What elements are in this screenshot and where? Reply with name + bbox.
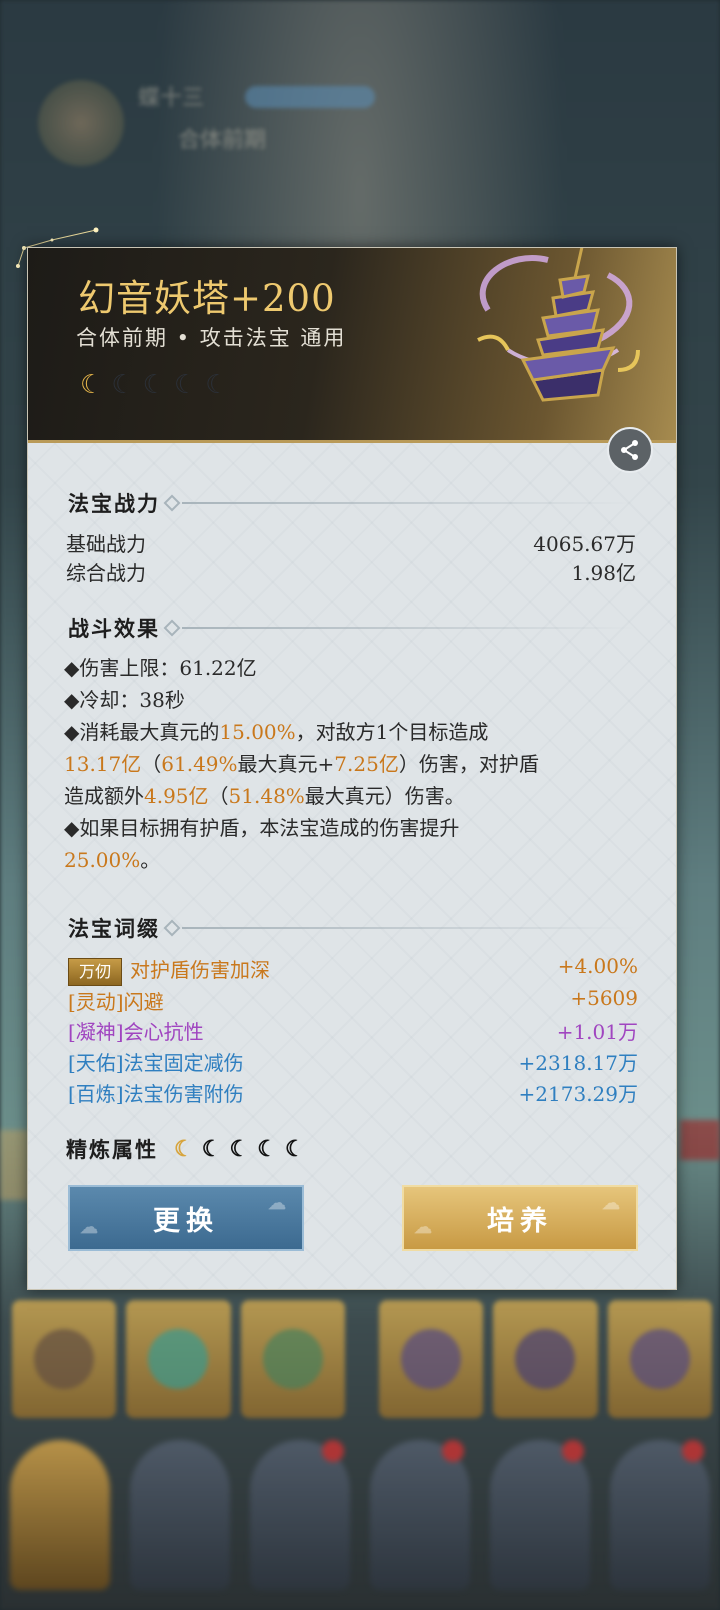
cloud-decoration-icon: ☁ (602, 1193, 626, 1214)
card-header: 幻音妖塔+200 合体前期 • 攻击法宝 通用 ☾ ☾ ☾ ☾ ☾ (28, 248, 676, 443)
character-tab[interactable] (610, 1440, 710, 1590)
share-icon (621, 440, 638, 460)
affix-value: +5609 (570, 986, 638, 1010)
equipment-slot[interactable] (607, 1300, 712, 1418)
crescent-moon-icon: ☾ (205, 370, 229, 400)
refine-label: 精炼属性 (66, 1137, 158, 1162)
affix-value: +1.01万 (556, 1020, 638, 1044)
crescent-moon-icon: ☾ (142, 370, 166, 400)
affix-value: +2173.29万 (518, 1082, 638, 1106)
crescent-moon-icon: ☾ (80, 370, 104, 400)
player-avatar (38, 80, 124, 166)
refine-attribute: 精炼属性 ☾ ☾ ☾ ☾ ☾ (66, 1134, 307, 1164)
affix-badge: 万仞 (68, 958, 123, 986)
section-title-text: 战斗效果 (68, 616, 160, 641)
combat-section-title: 战斗效果 (68, 613, 636, 643)
power-label: 基础战力 (66, 532, 146, 556)
cloud-decoration-icon: ☁ (268, 1193, 292, 1214)
character-tab[interactable] (490, 1440, 590, 1590)
equipment-slot[interactable] (126, 1300, 231, 1418)
character-tab[interactable] (250, 1440, 350, 1590)
equipment-slot[interactable] (240, 1300, 345, 1418)
affix-name: [天佑]法宝固定减伤 (68, 1051, 244, 1075)
affix-row: [百炼]法宝伤害附伤 +2173.29万 (68, 1078, 638, 1107)
power-row: 基础战力 4065.67万 (66, 528, 636, 557)
character-tab[interactable] (10, 1440, 110, 1590)
effect-line: ◆冷却：38秒 (64, 688, 185, 712)
effect-line: ◆伤害上限：61.22亿 (64, 656, 257, 680)
power-section-title: 法宝战力 (68, 488, 636, 518)
bg-decoration (680, 1120, 720, 1160)
power-label: 综合战力 (66, 561, 146, 585)
notification-dot (442, 1440, 464, 1462)
affix-value: +4.00% (557, 954, 638, 978)
character-tabs (10, 1440, 710, 1590)
crescent-moon-icon: ☾ (201, 1136, 224, 1162)
affix-name: [灵动]闪避 (68, 990, 164, 1014)
crescent-moon-icon: ☾ (284, 1136, 307, 1162)
share-button[interactable] (607, 427, 653, 473)
affix-name: [凝神]会心抗性 (68, 1020, 204, 1044)
affix-row: [灵动]闪避 +5609 (68, 986, 638, 1015)
swap-button-label: 更换 (153, 1205, 219, 1237)
swap-button[interactable]: ☁ 更换 ☁ (68, 1185, 304, 1251)
section-title-text: 法宝战力 (68, 491, 160, 516)
affix-value: +2318.17万 (518, 1051, 638, 1075)
pagoda-treasure-icon (477, 248, 640, 402)
effect-line: 造成额外4.95亿（51.48%最大真元）伤害。 (64, 784, 465, 808)
section-title-text: 法宝词缀 (68, 916, 160, 941)
treasure-detail-card: 幻音妖塔+200 合体前期 • 攻击法宝 通用 ☾ ☾ ☾ ☾ ☾ 法宝战力 基… (27, 247, 677, 1290)
crescent-moon-icon: ☾ (257, 1136, 279, 1162)
star-level: ☾ ☾ ☾ ☾ ☾ (80, 372, 229, 398)
bg-decoration (0, 1130, 30, 1200)
equipment-slot[interactable] (493, 1300, 598, 1418)
section-divider (163, 494, 636, 512)
character-tab[interactable] (130, 1440, 230, 1590)
effect-line: 25.00%。 (64, 848, 161, 872)
crescent-moon-icon: ☾ (173, 370, 198, 400)
player-realm: 合体前期 (178, 128, 267, 153)
section-divider (163, 619, 636, 637)
crescent-moon-icon: ☾ (229, 1136, 252, 1162)
combat-effect-text: ◆伤害上限：61.22亿 ◆冷却：38秒 ◆消耗最大真元的15.00%，对敌方1… (64, 652, 644, 876)
affix-section-title: 法宝词缀 (68, 913, 636, 943)
player-name: 蝶十三 (138, 86, 205, 111)
effect-line: ◆消耗最大真元的15.00%，对敌方1个目标造成 (64, 720, 489, 744)
notification-dot (682, 1440, 704, 1462)
notification-dot (322, 1440, 344, 1462)
power-value: 4065.67万 (533, 532, 636, 556)
treasure-subtitle: 合体前期 • 攻击法宝 通用 (76, 326, 347, 350)
affix-name: [百炼]法宝伤害附伤 (68, 1082, 244, 1106)
treasure-title: 幻音妖塔+200 (78, 277, 336, 320)
affix-row: [凝神]会心抗性 +1.01万 (68, 1016, 638, 1045)
equipment-slot[interactable] (12, 1300, 117, 1418)
player-title-badge (245, 86, 375, 108)
notification-dot (562, 1440, 584, 1462)
effect-line: 13.17亿（61.49%最大真元+7.25亿）伤害，对护盾 (64, 752, 539, 776)
power-row: 综合战力 1.98亿 (66, 557, 636, 586)
cultivate-button[interactable]: ☁ 培养 ☁ (402, 1185, 638, 1251)
cultivate-button-label: 培养 (487, 1205, 553, 1237)
effect-line: ◆如果目标拥有护盾，本法宝造成的伤害提升 (64, 816, 460, 840)
cloud-decoration-icon: ☁ (414, 1217, 438, 1238)
section-divider (163, 919, 636, 937)
equipment-slots (12, 1300, 712, 1418)
power-value: 1.98亿 (571, 561, 636, 585)
affix-name: 对护盾伤害加深 (130, 958, 271, 982)
affix-row: 万仞 对护盾伤害加深 +4.00% (68, 954, 638, 986)
equipment-slot[interactable] (378, 1300, 484, 1418)
crescent-moon-icon: ☾ (111, 370, 135, 400)
character-tab[interactable] (370, 1440, 470, 1590)
affix-row: [天佑]法宝固定减伤 +2318.17万 (68, 1047, 638, 1076)
crescent-moon-icon: ☾ (174, 1136, 196, 1162)
cloud-decoration-icon: ☁ (80, 1217, 104, 1238)
